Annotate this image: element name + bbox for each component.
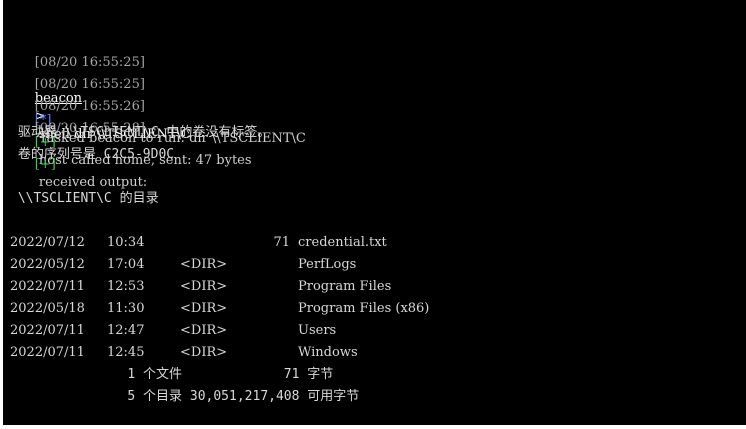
beacon-console-window: [08/20 16:55:25] beacon > shell dir \\TS…: [0, 0, 746, 429]
entry-type: <DIR>: [180, 345, 228, 360]
entry-time: 17:04: [107, 257, 145, 272]
entry-type: <DIR>: [180, 301, 228, 316]
dir-entry-row: 2022/07/11 12:53 <DIR> Program Files: [10, 278, 710, 296]
entry-name: Program Files (x86): [298, 301, 430, 316]
entry-name: Users: [298, 323, 337, 338]
entry-name: PerfLogs: [298, 257, 357, 272]
entry-type: <DIR>: [180, 323, 228, 338]
console-output-pane[interactable]: [08/20 16:55:25] beacon > shell dir \\TS…: [3, 0, 746, 425]
entry-date: 2022/05/12: [10, 257, 85, 272]
volume-label-line: 驱动器 \\TSCLIENT\C 中的卷没有标签。: [10, 125, 271, 140]
window-bottom-edge: [0, 425, 746, 429]
dir-entry-row: 2022/05/12 17:04 <DIR> PerfLogs: [10, 256, 710, 274]
dir-entry-row: 2022/07/11 12:45 <DIR> Windows: [10, 344, 710, 362]
dir-entry-row: 2022/07/12 10:34 71 credential.txt: [10, 234, 710, 252]
entry-time: 12:53: [107, 279, 145, 294]
entry-time: 11:30: [107, 301, 145, 316]
entry-size: 71: [273, 235, 290, 250]
entry-date: 2022/07/12: [10, 235, 85, 250]
entry-time: 10:34: [107, 235, 145, 250]
log-line: [08/20 16:55:28] [+] received output:: [10, 102, 147, 190]
volume-serial-line: 卷的序列号是 C2C5-9D0C: [10, 147, 175, 162]
entry-time: 12:45: [107, 345, 145, 360]
log-line: [08/20 16:55:25] beacon > shell dir \\TS…: [10, 36, 191, 142]
entry-name: Program Files: [298, 279, 392, 294]
files-summary: 1 个文件 71 字节: [10, 367, 334, 382]
entry-date: 2022/07/11: [10, 323, 85, 338]
entry-name: credential.txt: [298, 235, 387, 250]
entry-type: <DIR>: [180, 279, 228, 294]
dir-entry-row: 2022/07/11 12:47 <DIR> Users: [10, 322, 710, 340]
log-line: [08/20 16:55:25] [*] Tasked beacon to ru…: [10, 58, 306, 146]
entry-type: <DIR>: [180, 257, 228, 272]
entry-time: 12:47: [107, 323, 145, 338]
entry-date: 2022/07/11: [10, 345, 85, 360]
dirs-summary: 5 个目录 30,051,217,408 可用字节: [10, 389, 360, 404]
entry-date: 2022/07/11: [10, 279, 85, 294]
entry-date: 2022/05/18: [10, 301, 85, 316]
directory-header: \\TSCLIENT\C 的目录: [10, 191, 159, 206]
entry-name: Windows: [298, 345, 358, 360]
dir-entry-row: 2022/05/18 11:30 <DIR> Program Files (x8…: [10, 300, 710, 318]
log-message: received output:: [34, 175, 148, 190]
log-line: [08/20 16:55:26] [+] host called home, s…: [10, 80, 252, 168]
